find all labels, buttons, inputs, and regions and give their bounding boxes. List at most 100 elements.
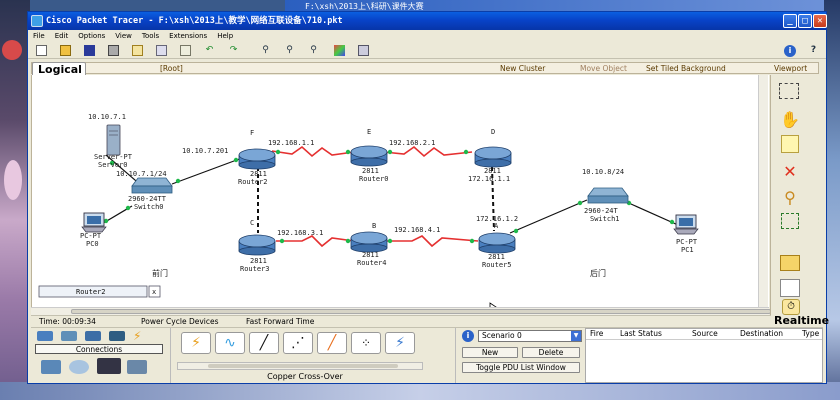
coaxial-cable-button[interactable]: ⚡ [385,332,415,354]
scenario-info-icon[interactable]: i [462,330,474,342]
add-simple-pdu-icon[interactable] [780,255,800,271]
link-router4-router5[interactable] [384,235,479,248]
save-icon[interactable] [84,45,95,56]
new-cluster-button[interactable]: New Cluster [500,63,545,74]
pdu-list-table[interactable]: Fire Last Status Source Destination Type [585,328,823,383]
delete-icon[interactable]: ✕ [777,161,803,183]
wan-emulation-category-icon[interactable] [69,360,89,374]
menu-extensions[interactable]: Extensions [164,30,212,42]
routerD-letter: D [491,128,495,136]
column-last-status[interactable]: Last Status [620,329,662,339]
auto-connection-button[interactable]: ⚡ [181,332,211,354]
multiuser-category-icon[interactable] [127,360,147,374]
open-icon[interactable] [60,45,71,56]
column-destination[interactable]: Destination [740,329,783,339]
hubs-category-icon[interactable] [85,331,101,341]
menu-help[interactable]: Help [212,30,238,42]
fiber-cable-button[interactable]: ╱ [317,332,347,354]
hscroll-thumb[interactable] [71,309,771,314]
resize-shape-icon[interactable] [781,213,799,229]
drawing-palette-icon[interactable] [334,45,345,56]
wireless-category-icon[interactable] [109,331,125,341]
console-cable-button[interactable]: ∿ [215,332,245,354]
redo-icon[interactable]: ↷ [228,45,239,56]
pc0-device[interactable] [81,212,107,233]
place-note-icon[interactable] [781,135,799,153]
menu-options[interactable]: Options [73,30,110,42]
activity-wizard-icon[interactable] [132,45,143,56]
select-icon[interactable] [779,83,799,99]
custom-devices-category-icon[interactable] [97,358,121,374]
close-button[interactable]: ✕ [813,14,827,28]
column-type[interactable]: Type [802,329,819,339]
menu-file[interactable]: File [28,30,50,42]
info-icon[interactable]: i [784,45,796,57]
zoom-out-icon[interactable]: ⚲ [308,45,319,56]
column-fire[interactable]: Fire [590,329,603,339]
zoom-reset-icon[interactable]: ⚲ [284,45,295,56]
paste-icon[interactable] [180,45,191,56]
print-icon[interactable] [108,45,119,56]
router0-device[interactable] [350,145,388,167]
minimize-button[interactable]: _ [783,14,797,28]
switch1-device[interactable] [587,187,629,204]
device-tooltip[interactable]: Router2 x [38,285,161,298]
menu-tools[interactable]: Tools [137,30,164,42]
help-icon[interactable]: ? [808,45,819,56]
inspect-icon[interactable]: ⚲ [777,187,803,209]
canvas-horizontal-scrollbar[interactable] [31,307,771,315]
copper-straight-button[interactable]: ╱ [249,332,279,354]
routerD-device[interactable] [474,146,512,168]
link-switch0-router2[interactable] [171,157,243,185]
pc1-device[interactable] [673,214,699,235]
copper-cross-over-button[interactable]: ⋰ [283,332,313,354]
router5-device[interactable] [478,232,516,254]
zoom-in-icon[interactable]: ⚲ [260,45,271,56]
menu-edit[interactable]: Edit [50,30,74,42]
delete-scenario-button[interactable]: Delete [522,347,580,358]
toggle-pdu-list-button[interactable]: Toggle PDU List Window [462,362,580,373]
link-router3-router4[interactable] [276,235,355,248]
maximize-button[interactable]: □ [798,14,812,28]
new-icon[interactable] [36,45,47,56]
realtime-mode-tab[interactable]: ⏱ Realtime [771,299,829,327]
link-router5-switch1[interactable] [509,199,588,234]
link-router2-router0[interactable] [271,145,355,158]
server-device[interactable] [106,124,121,156]
new-scenario-button[interactable]: New [462,347,518,358]
desktop-taskbar[interactable] [0,382,840,400]
viewport-button[interactable]: Viewport [774,63,807,74]
custom-device-icon[interactable] [358,45,369,56]
routers-category-icon[interactable] [37,331,53,341]
router2-device[interactable] [238,148,276,170]
cable-scrollbar-thumb[interactable] [208,364,398,368]
router3-device[interactable] [238,234,276,256]
window-title: Cisco Packet Tracer - F:\xsh\2013上\教学\网络… [46,16,343,26]
router4-device[interactable] [350,231,388,253]
canvas-vertical-scrollbar[interactable] [758,75,768,315]
chevron-down-icon[interactable]: ▼ [571,331,581,341]
main-toolbar: ↶ ↷ ⚲ ⚲ ⚲ i ? [28,42,826,59]
logical-workspace-canvas[interactable]: 10.10.7.1 Server-PT Server0 10.10.7.1/24… [31,75,769,307]
fast-forward-time-button[interactable]: Fast Forward Time [246,316,314,327]
switch0-device[interactable] [131,177,173,194]
connections-category-icon[interactable]: ⚡ [133,330,149,342]
scenario-dropdown[interactable]: Scenario 0 ▼ [478,330,582,342]
root-breadcrumb[interactable]: [Root] [160,63,183,74]
menu-view[interactable]: View [110,30,137,42]
move-layout-icon[interactable]: ✋ [777,109,803,131]
cable-scrollbar[interactable] [177,362,423,370]
end-devices-category-icon[interactable] [41,360,61,374]
scenario-panel: i Scenario 0 ▼ New Delete Toggle PDU Lis… [455,328,583,383]
copy-icon[interactable] [156,45,167,56]
undo-icon[interactable]: ↶ [204,45,215,56]
move-object-button[interactable]: Move Object [580,63,627,74]
column-source[interactable]: Source [692,329,718,339]
power-cycle-devices-button[interactable]: Power Cycle Devices [141,316,219,327]
window-titlebar[interactable]: Cisco Packet Tracer - F:\xsh\2013上\教学\网络… [28,12,827,30]
switches-category-icon[interactable] [61,331,77,341]
phone-cable-button[interactable]: ⁘ [351,332,381,354]
add-complex-pdu-icon[interactable] [780,279,800,297]
set-tiled-background-button[interactable]: Set Tiled Background [646,63,726,74]
link-router0-routerD[interactable] [383,145,473,158]
